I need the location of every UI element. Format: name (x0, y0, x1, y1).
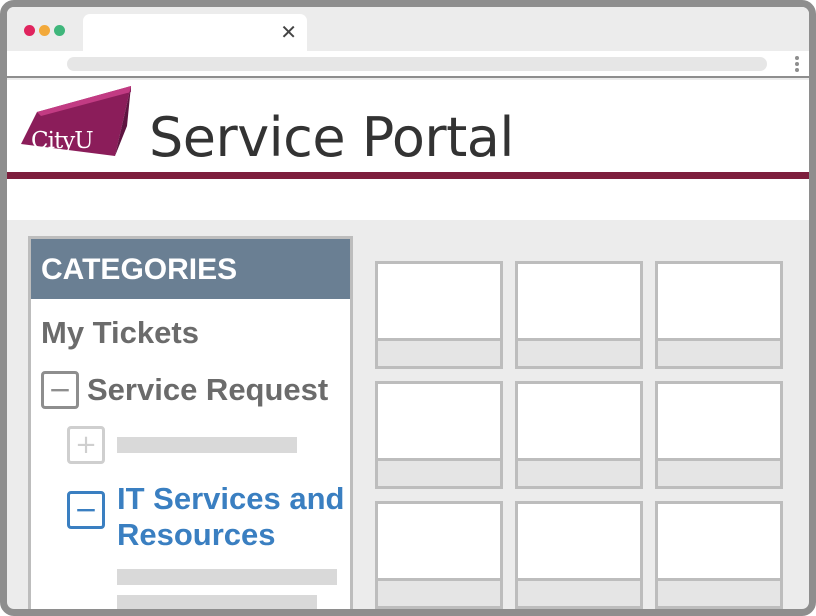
close-window-button[interactable] (24, 25, 35, 36)
tile-footer (658, 458, 780, 486)
collapse-toggle-icon[interactable]: − (41, 371, 79, 409)
browser-window: ✕ CityU Service Portal CATEGORIES My Tic… (0, 0, 816, 616)
tile-footer (378, 458, 500, 486)
cityu-logo[interactable]: CityU (15, 86, 135, 162)
sidebar-item-label[interactable]: Service Request (87, 372, 328, 408)
sidebar-item-collapsed-category[interactable]: + (67, 426, 297, 464)
sidebar-item-service-request[interactable]: − Service Request (41, 371, 328, 409)
categories-panel: CATEGORIES My Tickets − Service Request … (28, 236, 353, 609)
subcategory-placeholder (117, 569, 337, 585)
collapse-toggle-icon[interactable]: − (67, 491, 105, 529)
tile-footer (658, 578, 780, 606)
tile-footer (518, 338, 640, 366)
browser-tab[interactable]: ✕ (83, 14, 307, 52)
logo-text: CityU (31, 128, 94, 154)
maximize-window-button[interactable] (54, 25, 65, 36)
more-options-icon[interactable] (795, 56, 799, 74)
tile-footer (518, 578, 640, 606)
tile-footer (378, 578, 500, 606)
service-tile[interactable] (655, 381, 783, 489)
minimize-window-button[interactable] (39, 25, 50, 36)
category-label-placeholder (117, 437, 297, 453)
tile-footer (658, 338, 780, 366)
service-tile[interactable] (375, 261, 503, 369)
expand-toggle-icon[interactable]: + (67, 426, 105, 464)
portal-header: CityU Service Portal (7, 80, 809, 220)
page-title: Service Portal (149, 106, 514, 169)
header-divider (7, 172, 809, 179)
subcategory-placeholder (117, 595, 317, 609)
tile-footer (378, 338, 500, 366)
service-tile[interactable] (655, 501, 783, 609)
tile-footer (518, 458, 640, 486)
service-tile[interactable] (515, 261, 643, 369)
service-tile[interactable] (375, 381, 503, 489)
service-tile[interactable] (375, 501, 503, 609)
sidebar-item-my-tickets[interactable]: My Tickets (41, 315, 199, 351)
sidebar-item-label[interactable]: IT Services and Resources (117, 481, 350, 553)
address-bar (7, 51, 809, 78)
service-tile[interactable] (655, 261, 783, 369)
close-tab-icon[interactable]: ✕ (280, 20, 297, 44)
service-tile[interactable] (515, 381, 643, 489)
url-field[interactable] (67, 57, 767, 71)
tab-bar: ✕ (7, 7, 809, 52)
service-tile[interactable] (515, 501, 643, 609)
categories-heading: CATEGORIES (31, 239, 350, 299)
